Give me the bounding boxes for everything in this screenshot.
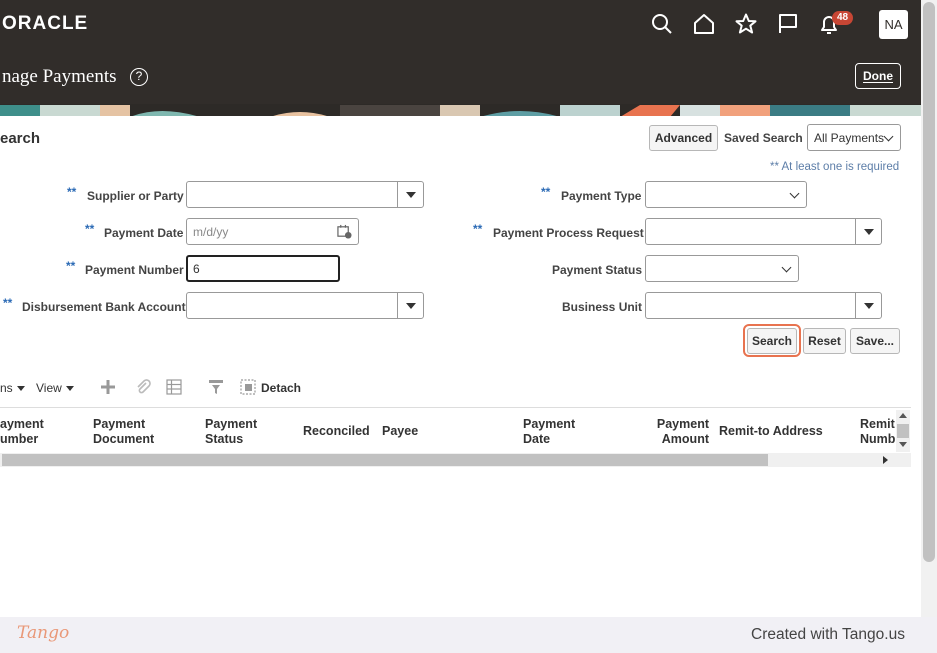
search-button[interactable]: Search [747, 328, 797, 354]
reset-button[interactable]: Reset [803, 328, 846, 354]
payment-number-label: Payment Number [85, 263, 184, 277]
advanced-button[interactable]: Advanced [649, 125, 718, 151]
user-avatar[interactable]: NA [879, 10, 908, 39]
saved-search-value: All Payments [814, 131, 885, 145]
column-header-remit-number[interactable]: Remit Numb [860, 417, 895, 447]
dropdown-arrow-icon[interactable] [397, 293, 423, 318]
scroll-down-arrow-icon[interactable] [899, 442, 907, 447]
actions-menu[interactable]: ns [0, 381, 25, 395]
calendar-icon[interactable] [337, 224, 352, 239]
scroll-up-arrow-icon[interactable] [899, 413, 907, 418]
scroll-thumb[interactable] [923, 2, 935, 562]
required-note: ** At least one is required [770, 161, 900, 173]
search-icon[interactable] [650, 12, 674, 36]
detach-icon[interactable] [240, 379, 256, 395]
column-header-payment-status[interactable]: Payment Status [205, 417, 257, 447]
dropdown-arrow-icon[interactable] [855, 293, 881, 318]
payment-process-request-label: Payment Process Request [493, 226, 644, 240]
header-line: Status [205, 432, 244, 446]
home-icon[interactable] [692, 12, 716, 36]
header-line: Payment [656, 417, 709, 431]
header-line: Document [93, 432, 155, 446]
global-header: ORACLE 48 NA [0, 0, 921, 50]
required-marker: ** [3, 296, 13, 310]
chevron-down-icon [789, 188, 800, 199]
save-button[interactable]: Save... [850, 328, 900, 354]
search-section-title: earch [0, 130, 41, 147]
header-line: Payment [93, 417, 146, 431]
payment-date-label: Payment Date [104, 226, 184, 240]
chevron-down-icon [883, 131, 894, 142]
header-line: umber [0, 432, 39, 446]
payment-process-request-combo[interactable] [645, 218, 882, 245]
decorative-banner [0, 104, 921, 116]
add-icon[interactable] [100, 379, 116, 395]
application-window: ORACLE 48 NA nage Payments ? Done earch … [0, 0, 921, 617]
scroll-right-arrow-icon[interactable] [883, 456, 888, 464]
disbursement-bank-account-label: Disbursement Bank Account [22, 300, 186, 314]
oracle-logo[interactable]: ORACLE [2, 13, 88, 35]
scroll-thumb[interactable] [2, 454, 768, 466]
business-unit-label: Business Unit [562, 300, 643, 314]
payment-date-placeholder: m/d/yy [193, 225, 229, 239]
header-line: Payment [523, 417, 576, 431]
tango-credit: Created with Tango.us [751, 626, 905, 643]
payment-number-input[interactable]: 6 [186, 255, 340, 282]
scroll-thumb[interactable] [897, 424, 909, 438]
header-line: Remit [860, 417, 895, 431]
star-icon[interactable] [734, 12, 758, 36]
supplier-or-party-label: Supplier or Party [87, 189, 184, 203]
disbursement-bank-account-combo[interactable] [186, 292, 424, 319]
required-marker: ** [85, 222, 95, 236]
dropdown-arrow-icon[interactable] [855, 219, 881, 244]
done-button[interactable]: Done [855, 63, 901, 89]
saved-search-label: Saved Search [724, 131, 803, 145]
payment-status-label: Payment Status [552, 263, 643, 277]
page-title: nage Payments [2, 66, 117, 87]
flag-icon[interactable] [776, 12, 800, 36]
column-header-payee[interactable]: Payee [382, 424, 418, 439]
dropdown-arrow-icon[interactable] [397, 182, 423, 207]
help-icon[interactable]: ? [130, 68, 148, 86]
column-header-reconciled[interactable]: Reconciled [303, 424, 370, 439]
header-line: Payment [205, 417, 258, 431]
column-header-payment-amount[interactable]: Payment Amount [655, 417, 709, 447]
payment-number-value: 6 [193, 262, 200, 276]
view-menu[interactable]: View [36, 381, 74, 395]
required-marker: ** [66, 259, 76, 273]
header-line: Numb [860, 432, 896, 446]
payment-type-select[interactable] [645, 181, 807, 208]
table-vertical-scrollbar[interactable] [896, 410, 910, 452]
header-line: Amount [661, 432, 709, 446]
dropdown-arrow-icon [65, 386, 74, 392]
filter-icon[interactable] [208, 379, 224, 395]
tango-logo: Tango [17, 623, 70, 643]
saved-search-select[interactable]: All Payments [807, 124, 901, 151]
column-header-payment-date[interactable]: Payment Date [523, 417, 575, 447]
header-line: ayment [0, 417, 44, 431]
column-header-payment-document[interactable]: Payment Document [93, 417, 154, 447]
payment-status-select[interactable] [645, 255, 799, 282]
attachment-icon[interactable] [135, 379, 151, 395]
chevron-down-icon [781, 262, 792, 273]
required-marker: ** [473, 222, 483, 236]
supplier-or-party-combo[interactable] [186, 181, 424, 208]
business-unit-combo[interactable] [645, 292, 882, 319]
dropdown-arrow-icon [16, 386, 25, 392]
column-header-remit-to-address[interactable]: Remit-to Address [719, 424, 823, 439]
page-vertical-scrollbar[interactable] [921, 0, 937, 617]
required-marker: ** [541, 185, 551, 199]
freeze-columns-icon[interactable] [166, 379, 182, 395]
required-marker: ** [67, 185, 77, 199]
detach-label[interactable]: Detach [261, 381, 301, 395]
header-line: Date [523, 432, 551, 446]
view-menu-label: View [36, 381, 62, 395]
table-horizontal-scrollbar[interactable] [0, 453, 911, 467]
column-header-payment-number[interactable]: ayment umber [0, 417, 44, 447]
actions-menu-label: ns [0, 381, 13, 395]
payment-date-input[interactable]: m/d/yy [186, 218, 359, 245]
payment-type-label: Payment Type [561, 189, 642, 203]
notification-badge: 48 [832, 11, 854, 25]
